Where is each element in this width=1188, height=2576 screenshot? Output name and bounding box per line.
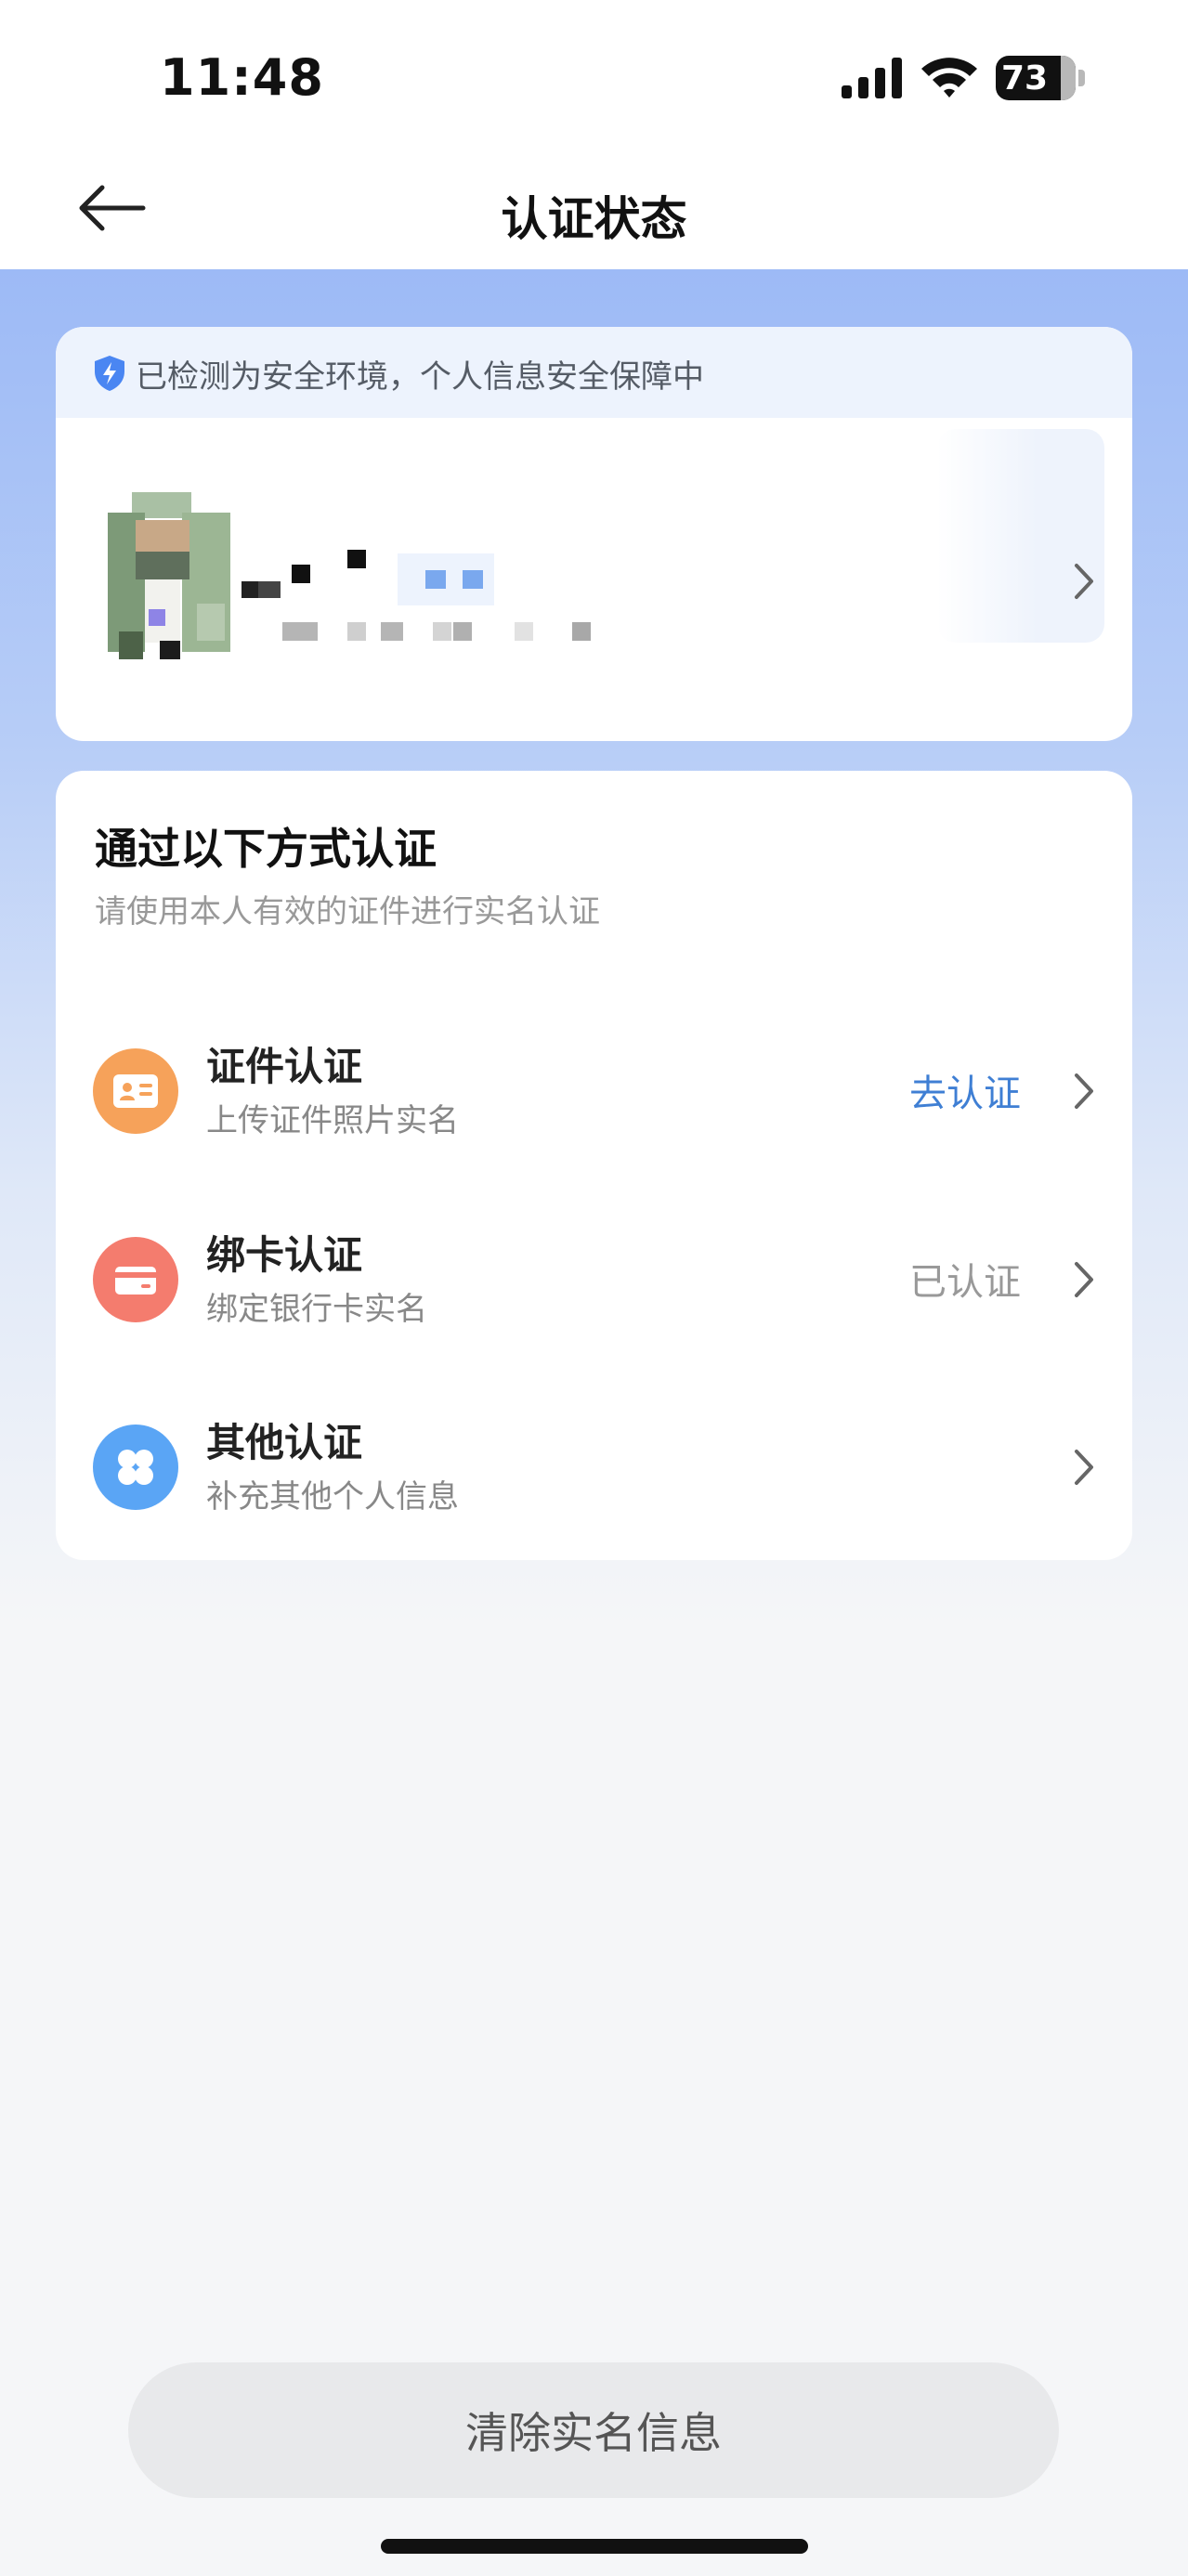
card-decoration <box>937 429 1104 643</box>
status-bar: 11:48 73 <box>0 0 1188 149</box>
battery-percentage: 73 <box>1001 59 1049 98</box>
clover-icon <box>93 1425 178 1510</box>
clear-real-name-button[interactable]: 清除实名信息 <box>128 2362 1059 2498</box>
profile-name-redacted <box>242 550 591 661</box>
id-card-icon <box>93 1048 178 1134</box>
methods-title: 通过以下方式认证 <box>95 824 437 874</box>
chevron-right-icon <box>1075 1073 1093 1109</box>
list-item-bank-card-verification[interactable]: 绑卡认证 绑定银行卡实名 已认证 <box>56 1187 1132 1373</box>
avatar <box>108 492 230 661</box>
verification-methods-card: 通过以下方式认证 请使用本人有效的证件进行实名认证 证件认证 上传证件照片实名 … <box>56 771 1132 1560</box>
home-indicator[interactable] <box>381 2539 808 2554</box>
verified-status: 已认证 <box>909 1261 1021 1304</box>
item-description: 绑定银行卡实名 <box>206 1291 427 1328</box>
chevron-right-icon <box>1075 1450 1093 1485</box>
cellular-signal-icon <box>842 58 902 98</box>
bank-card-icon <box>93 1237 178 1322</box>
safety-notice-text: 已检测为安全环境，个人信息安全保障中 <box>136 358 704 396</box>
chevron-right-icon <box>1075 1262 1093 1297</box>
item-label: 绑卡认证 <box>206 1232 363 1278</box>
item-description: 上传证件照片实名 <box>206 1102 459 1139</box>
safety-notice-bar: 已检测为安全环境，个人信息安全保障中 <box>56 327 1132 418</box>
list-item-other-verification[interactable]: 其他认证 补充其他个人信息 <box>56 1374 1132 1560</box>
profile-card[interactable]: 已检测为安全环境，个人信息安全保障中 <box>56 327 1132 741</box>
status-time: 11:48 <box>160 48 324 107</box>
item-description: 补充其他个人信息 <box>206 1478 459 1516</box>
item-label: 证件认证 <box>206 1044 363 1089</box>
page-title: 认证状态 <box>501 192 687 246</box>
item-label: 其他认证 <box>206 1420 363 1465</box>
go-verify-link[interactable]: 去认证 <box>909 1063 1021 1117</box>
chevron-right-icon <box>1075 564 1093 599</box>
wifi-icon <box>921 58 977 98</box>
battery-icon: 73 <box>996 56 1085 100</box>
shield-icon <box>95 356 124 391</box>
methods-subtitle: 请使用本人有效的证件进行实名认证 <box>95 893 600 930</box>
list-item-id-verification[interactable]: 证件认证 上传证件照片实名 去认证 <box>56 998 1132 1184</box>
